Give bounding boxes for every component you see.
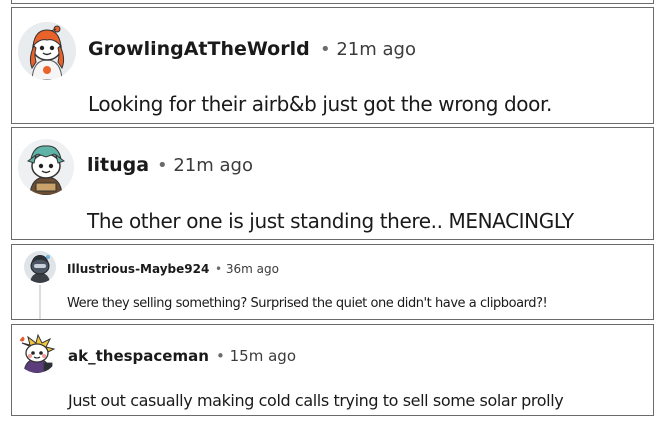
comment-text: The other one is just standing there.. M…	[87, 209, 574, 233]
username[interactable]: lituga	[87, 154, 149, 176]
timestamp[interactable]: 21m ago	[173, 155, 253, 176]
comment-card: ak_thespaceman • 15m ago Just out casual…	[11, 324, 654, 416]
previous-comment-card	[11, 0, 654, 4]
comment-card: Illustrious-Maybe924 • 36m ago Were they…	[11, 244, 654, 320]
comment-meta: • 15m ago	[216, 347, 296, 365]
snoo-avatar-icon	[19, 333, 56, 373]
separator-dot: •	[320, 39, 331, 60]
comment-meta: • 21m ago	[157, 155, 253, 176]
comment-card: GrowlingAtTheWorld • 21m ago Looking for…	[11, 7, 654, 124]
snoo-avatar-icon	[18, 139, 74, 195]
user-avatar[interactable]	[16, 331, 58, 373]
snoo-avatar-icon	[24, 251, 56, 283]
user-avatar[interactable]	[24, 251, 56, 283]
username[interactable]: GrowlingAtTheWorld	[88, 38, 310, 60]
separator-dot: •	[157, 155, 168, 176]
timestamp[interactable]: 36m ago	[226, 262, 279, 276]
comment-text: Looking for their airb&b just got the wr…	[88, 92, 552, 116]
username[interactable]: Illustrious-Maybe924	[67, 262, 209, 276]
comment-text: Were they selling something? Surprised t…	[67, 296, 548, 311]
timestamp[interactable]: 15m ago	[230, 347, 296, 365]
separator-dot: •	[216, 347, 225, 365]
comment-meta: • 36m ago	[215, 262, 279, 276]
comment-card: lituga • 21m ago The other one is just s…	[11, 127, 654, 240]
comment-text: Just out casually making cold calls tryi…	[68, 391, 564, 410]
user-avatar[interactable]	[18, 22, 76, 80]
thread-line[interactable]	[39, 285, 41, 319]
comment-meta: • 21m ago	[320, 39, 416, 60]
separator-dot: •	[215, 262, 223, 276]
timestamp[interactable]: 21m ago	[336, 39, 416, 60]
snoo-avatar-icon	[18, 22, 76, 80]
username[interactable]: ak_thespaceman	[68, 347, 209, 365]
user-avatar[interactable]	[18, 139, 74, 195]
